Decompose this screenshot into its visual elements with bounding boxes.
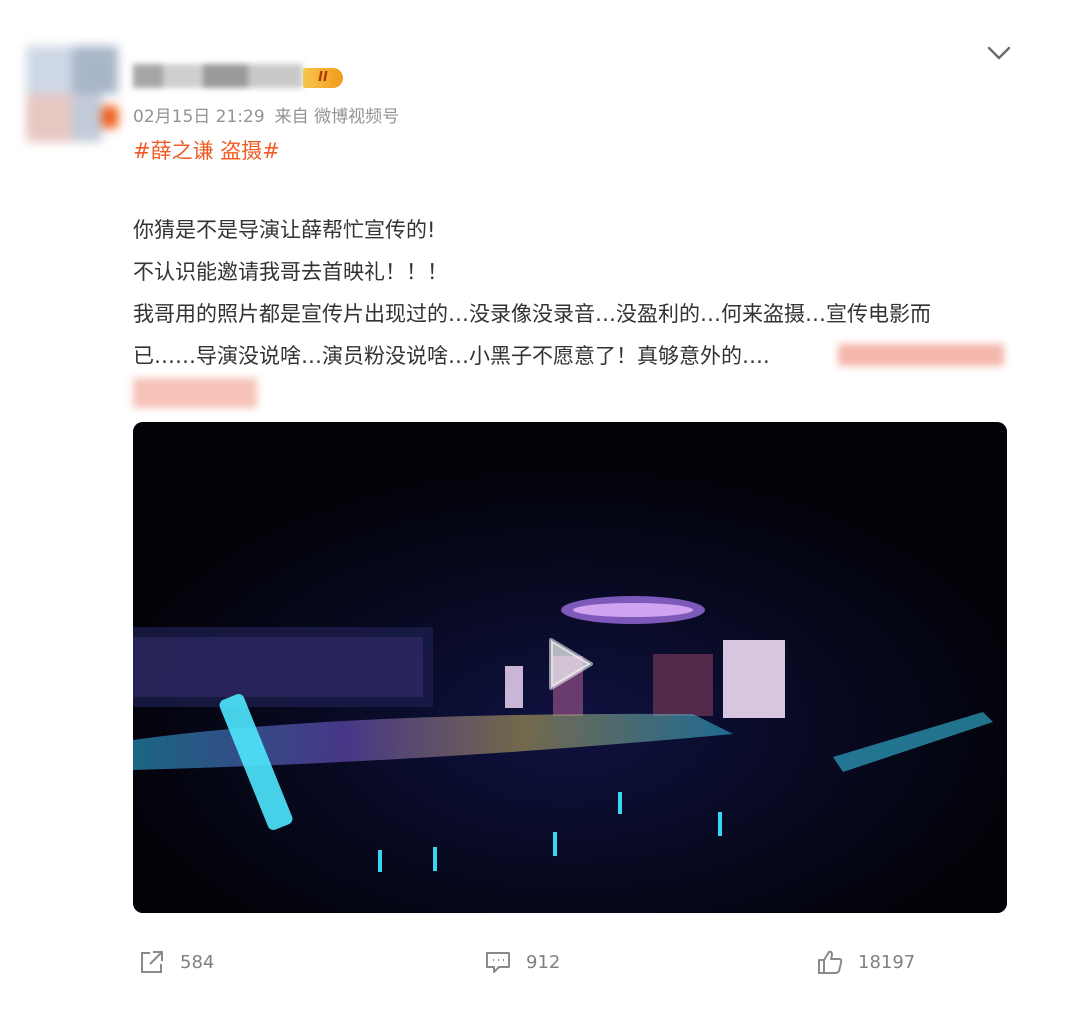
body-line: 已……导演没说啥…演员粉没说啥…小黑子不愿意了！真够意外的…. (133, 344, 770, 368)
like-button[interactable]: 18197 (816, 946, 915, 978)
repost-button[interactable]: 584 (138, 946, 214, 978)
repost-count: 584 (180, 951, 215, 973)
post-meta: 02月15日 21:29 来自 微博视频号 (133, 102, 399, 127)
thumbs-up-icon (818, 950, 843, 974)
body-line: 不认识能邀请我哥去首映礼！！！ (133, 260, 448, 284)
redacted-text-blur (838, 344, 1004, 366)
video-thumbnail[interactable] (133, 422, 1007, 913)
redacted-text-blur (133, 378, 257, 408)
comment-button[interactable]: 912 (484, 946, 560, 978)
play-icon[interactable] (545, 636, 595, 692)
chevron-down-icon[interactable] (986, 40, 1012, 66)
comment-count: 912 (526, 951, 561, 973)
body-line: 我哥用的照片都是宣传片出现过的…没录像没录音…没盈利的…何来盗摄…宣传电影而 (133, 302, 931, 326)
vip-badge: II (303, 68, 343, 88)
comment-icon (486, 952, 510, 973)
body-line: 你猜是不是导演让薛帮忙宣传的! (133, 218, 436, 242)
hashtag-link[interactable]: #薛之谦 盗摄# (133, 135, 280, 165)
username-blurred[interactable] (133, 64, 303, 88)
post-source[interactable]: 来自 微博视频号 (275, 107, 399, 127)
like-count: 18197 (858, 951, 916, 973)
share-icon (141, 951, 163, 973)
avatar[interactable] (26, 46, 118, 142)
post-date: 02月15日 21:29 (133, 107, 265, 127)
